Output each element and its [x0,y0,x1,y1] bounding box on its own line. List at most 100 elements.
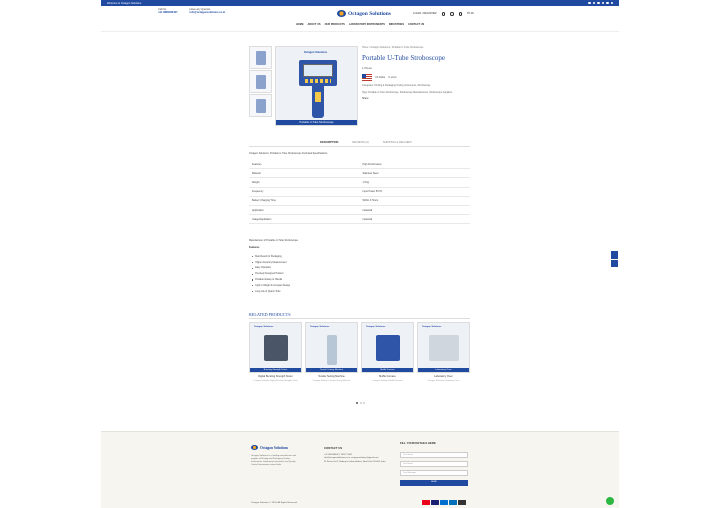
footer-contact: +91 9899480427, 9911771651 info@octagons… [324,454,396,464]
youtube-icon[interactable] [606,1,609,5]
main-nav: HOME ABOUT US OUR PRODUCTS LABORATORY IN… [296,23,424,26]
header-contact: Call Us +91 9899480427 Have any Queries in… [158,8,225,15]
carousel-dot[interactable] [356,402,358,404]
email-field[interactable]: Your Email [400,461,468,467]
mail-block[interactable]: Have any Queries info@octagonsolutions.co… [190,8,226,15]
breadcrumb[interactable]: Home / Octagon Solutions / Portable U-Tu… [362,46,470,49]
cart-total[interactable]: ₹0.00 [467,12,474,15]
gallery-thumbnails [249,46,273,118]
twitter-icon[interactable] [592,1,595,5]
whatsapp-icon[interactable] [606,497,614,505]
facebook-icon[interactable] [588,1,591,5]
product-tags[interactable]: Tags: Portable U-Tube Stroboscope, Strob… [362,92,470,95]
topbar-text: Welcome to Octagon Solutions [107,1,142,5]
description-intro: Octagon Solutions: Portable U-Tube Strob… [249,152,328,155]
nav-industries[interactable]: INDUSTRIES [389,23,404,26]
form-heading: FILL YOUR DETAILS HERE [400,441,436,445]
product-card-name[interactable]: Tensile Testing Machine [305,375,358,378]
nav-contact[interactable]: CONTACT US [408,23,424,26]
header-actions: LOGIN / REGISTER ₹0.00 [413,12,474,16]
image-caption: Portable U-Tube Stroboscope [276,120,357,125]
related-products: Octagon Solutions Bursting Strength Teste… [249,322,470,390]
thumbnail[interactable] [249,70,272,93]
nav-products[interactable]: OUR PRODUCTS [325,23,345,26]
product-card[interactable]: Octagon Solutions Laboratory Oven Laborat… [417,322,470,390]
table-row: Material Stainless Steel [249,169,470,179]
product-card-image [376,335,400,361]
product-card-desc: Octagon Solutions Digital Bursting Stren… [253,379,298,382]
product-card-name[interactable]: Digital Bursting Strength Tester [249,375,302,378]
share-label: Share: [362,97,370,101]
stock-status: In stock [388,76,397,80]
product-card[interactable]: Octagon Solutions Muffle Furnace Muffle F… [361,322,414,390]
product-card-desc: Octagon Solutions Laboratory Oven [427,379,460,382]
features-list: Best Result for Packaging Higher Accurac… [252,254,290,295]
manufacturer-text: Manufacturer of Portable U-Tube Strobosc… [249,239,298,242]
list-item: Long Life of Quartz Tube [252,289,290,295]
main-product-image[interactable]: Octagon Solutions Portable U-Tube Strobo… [275,46,358,126]
thumbnail[interactable] [249,94,272,117]
site-footer: Octagon Solutions Octagon Solutions is a… [101,431,619,508]
table-row: Application Industrial [249,206,470,216]
product-card-name[interactable]: Laboratory Oven [417,375,470,378]
table-row: Weight 1.5 kg [249,178,470,188]
payment-icons [422,500,466,505]
logo-icon [251,445,258,450]
footer-about: Octagon Solutions is a leading manufactu… [251,455,296,466]
pinterest-icon[interactable] [610,1,613,5]
linkedin-icon[interactable] [601,1,604,5]
carousel-dots [356,402,365,404]
nav-lab[interactable]: LABORATORY INSTRUMENTS [349,23,385,26]
call-block[interactable]: Call Us +91 9899480427 [158,8,178,15]
spec-table: Features High Performance Material Stainle… [249,160,470,225]
product-categories[interactable]: Categories: Printing & Packaging Testing… [362,85,470,88]
product-title: Portable U-Tube Stroboscope [362,54,445,63]
site-logo[interactable]: Octagon Solutions [337,10,391,17]
currency-label[interactable]: US Dollar [375,76,385,79]
currency-row: US Dollar In stock [362,74,470,82]
nav-home[interactable]: HOME [296,23,304,26]
top-bar: Welcome to Octagon Solutions [101,0,619,6]
contact-heading: CONTACT US [324,446,343,450]
product-info: Home / Octagon Solutions / Portable U-Tu… [362,46,470,100]
carousel-dot[interactable] [363,402,365,404]
login-link[interactable]: LOGIN / REGISTER [413,12,437,15]
product-card[interactable]: Octagon Solutions Bursting Strength Teste… [249,322,302,390]
stroboscope-device [299,60,337,86]
product-card[interactable]: Octagon Solutions Tensile Testing Machine… [305,322,358,390]
message-field[interactable]: Your Message [400,470,468,476]
us-flag-icon[interactable] [362,74,372,82]
related-divider [249,318,470,319]
device-handle [312,86,324,118]
product-card-desc: Octagon Solutions Muffle Furnace [372,379,403,382]
instagram-icon[interactable] [597,1,600,5]
product-card-image [327,335,337,365]
social-icons [588,1,613,5]
send-button[interactable]: SEND [400,480,468,486]
side-scroll-buttons[interactable] [611,251,618,267]
copyright: Octagon Solutions © 2024. All Rights Res… [251,502,298,504]
footer-logo[interactable]: Octagon Solutions [251,445,288,450]
nav-about[interactable]: ABOUT US [308,23,321,26]
product-card-name[interactable]: Muffle Furnace [361,375,414,378]
product-card-desc: Octagon Solutions Tensile Testing Machin… [312,379,351,382]
visa-icon [431,500,439,505]
table-row: Usage/Application Industrial [249,215,470,225]
table-row: Battery Charging Time Within 4 Hours [249,197,470,206]
cart-icon[interactable] [458,12,462,16]
table-row: Frequency Input Power 50 Hz [249,188,470,197]
logo-icon [337,10,346,17]
carousel-dot[interactable] [359,402,362,404]
thumbnail[interactable] [249,46,272,69]
amex-icon [440,500,448,505]
related-heading: RELATED PRODUCTS [249,312,291,317]
name-field[interactable]: Your Name [400,452,468,458]
tab-divider [249,146,470,147]
table-row: Features High Performance [249,160,470,170]
heart-icon[interactable] [450,12,454,16]
image-brand: Octagon Solutions [304,51,328,54]
search-icon[interactable] [441,12,445,16]
features-heading: Features [249,246,260,249]
product-price: 1 Piece [362,66,373,71]
product-card-image [264,335,288,361]
